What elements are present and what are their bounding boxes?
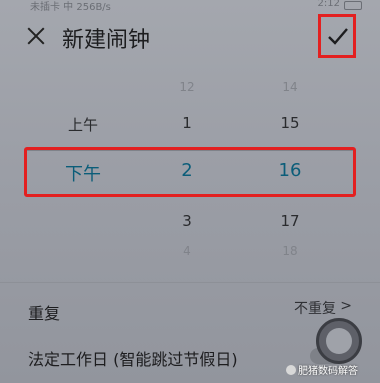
- picker-minute-item[interactable]: 18: [260, 244, 320, 258]
- watermark: 肥猪数码解答: [286, 362, 358, 377]
- header: 新建闹钟: [0, 14, 380, 64]
- picker-hour-item[interactable]: 1: [157, 114, 217, 132]
- carrier-status: 未插卡 中 256B/s: [30, 2, 111, 13]
- picker-ampm-am[interactable]: 上午: [53, 114, 113, 135]
- status-bar: 未插卡 中 256B/s 2:12: [0, 0, 380, 14]
- repeat-label: 重复: [28, 304, 61, 323]
- divider: [0, 282, 380, 283]
- holiday-label: 法定工作日 (智能跳过节假日): [28, 350, 238, 369]
- watermark-logo-icon: [286, 365, 296, 375]
- picker-minute-item[interactable]: 15: [260, 114, 320, 132]
- check-icon: [328, 28, 348, 45]
- watermark-text: 肥猪数码解答: [298, 366, 358, 377]
- picker-minute-item[interactable]: 14: [260, 80, 320, 94]
- picker-hour-item[interactable]: 4: [157, 244, 217, 258]
- picker-hour-item[interactable]: 3: [157, 212, 217, 230]
- close-icon[interactable]: [24, 24, 48, 48]
- status-time: 2:12: [317, 0, 340, 9]
- chevron-right-icon: >: [340, 298, 352, 314]
- selection-highlight-box: [24, 147, 356, 197]
- picker-hour-item[interactable]: 12: [157, 80, 217, 94]
- confirm-button[interactable]: [318, 14, 356, 58]
- picker-minute-item[interactable]: 17: [260, 212, 320, 230]
- floating-assist-ball[interactable]: [316, 318, 362, 364]
- alarm-edit-screen: 未插卡 中 256B/s 2:12 新建闹钟 上午 下午 12 1 2 3 4 …: [0, 0, 380, 383]
- page-title: 新建闹钟: [62, 28, 151, 53]
- repeat-value: 不重复: [294, 301, 336, 317]
- battery-icon: [344, 1, 362, 10]
